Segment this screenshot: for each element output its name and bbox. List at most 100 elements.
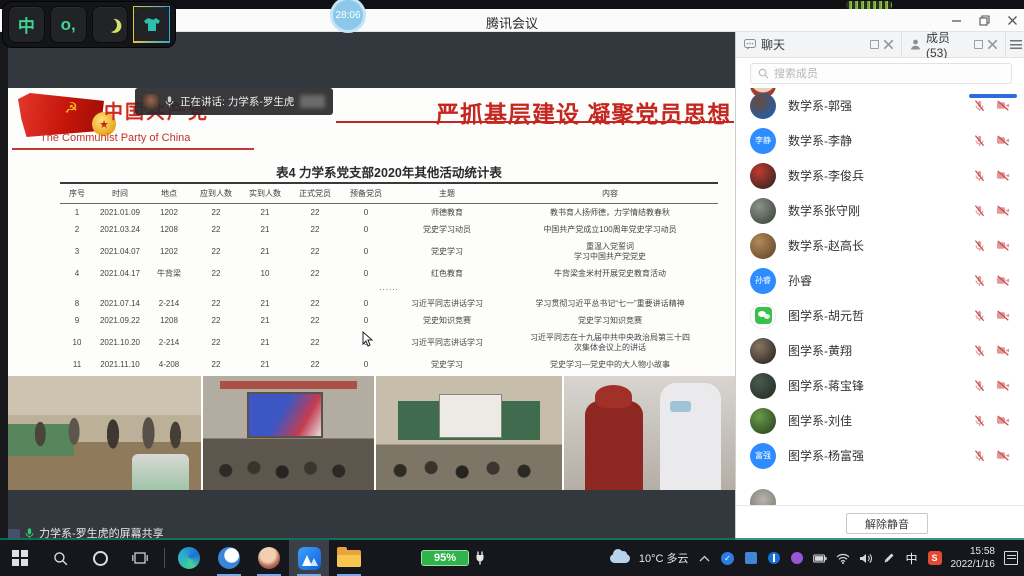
taskbar-clock[interactable]: 15:58 2022/1/16 [951, 545, 996, 572]
table-cell: 2021.04.17 [94, 265, 146, 282]
table-cell: 10 [240, 265, 290, 282]
close-button[interactable] [1006, 15, 1018, 27]
member-search-box[interactable] [750, 63, 1012, 84]
tray-blue-app[interactable] [744, 551, 758, 565]
member-row[interactable]: 数学系-赵高长 [736, 228, 1024, 263]
battery-widget[interactable]: 95% [421, 540, 485, 576]
ime-key-punctuation[interactable]: o, [50, 6, 87, 43]
tray-purple-app[interactable] [790, 551, 804, 565]
tab-members[interactable]: 成员(53) [902, 32, 1006, 57]
member-row[interactable]: 图学系-蒋宝锋 [736, 368, 1024, 403]
table-cell: 10 [60, 329, 94, 356]
table-cell: 习近平同志讲话学习 [392, 295, 502, 312]
taskbar-explorer-button[interactable] [329, 540, 369, 576]
start-button[interactable] [0, 540, 40, 576]
cortana-button[interactable] [80, 540, 120, 576]
member-status-icons [973, 99, 1011, 112]
table-cell: 0 [340, 221, 392, 238]
taskbar-search-button[interactable] [40, 540, 80, 576]
table-cell: 22 [290, 221, 340, 238]
tray-sogou[interactable]: S [928, 551, 942, 565]
speaking-label: 正在讲话: 力学系-罗生虎 [180, 94, 294, 109]
tray-volume[interactable] [859, 551, 873, 565]
member-list[interactable]: 数学系-郭强李静数学系-李静数学系-李俊兵数学系张守刚数学系-赵高长孙睿孙睿图学… [736, 88, 1024, 505]
popout-icon[interactable] [974, 40, 983, 49]
member-row[interactable]: 富强图学系-杨富强 [736, 438, 1024, 473]
member-row[interactable]: 数学系-李俊兵 [736, 158, 1024, 193]
panel-menu-button[interactable] [1006, 32, 1024, 57]
member-row[interactable]: 数学系-郭强 [736, 88, 1024, 123]
tab-chat[interactable]: 聊天 [736, 32, 902, 57]
task-view-button[interactable] [120, 540, 160, 576]
taskbar-photo-app-button[interactable] [249, 540, 289, 576]
ime-chinese-label: 中 [18, 12, 35, 37]
unmute-button[interactable]: 解除静音 [846, 513, 928, 534]
table-cell: 8 [60, 295, 94, 312]
member-row[interactable]: 数学系张守刚 [736, 193, 1024, 228]
table-cell: 1 [60, 204, 94, 222]
photo-decor [247, 392, 322, 438]
taskbar-browser-button[interactable] [209, 540, 249, 576]
ime-key-skin[interactable] [133, 6, 170, 43]
action-center-button[interactable] [1004, 551, 1018, 565]
restore-button[interactable] [978, 15, 990, 27]
table-header-cell: 内容 [502, 183, 718, 204]
member-status-icons [973, 274, 1011, 287]
table-cell: 学习贯彻习近平总书记“七一”重要讲话精神 [502, 295, 718, 312]
table-cell: 2021.07.14 [94, 295, 146, 312]
tray-security-app[interactable]: ✓ [721, 551, 735, 565]
member-row[interactable]: 李静数学系-李静 [736, 123, 1024, 158]
member-row[interactable]: 图学系-刘佳 [736, 403, 1024, 438]
table-cell: 0 [340, 204, 392, 222]
table-cell: 3 [60, 238, 94, 265]
member-icon [910, 39, 921, 50]
mic-muted-icon [973, 344, 986, 357]
tray-pen[interactable] [882, 551, 896, 565]
table-header-cell: 时间 [94, 183, 146, 204]
tray-wifi[interactable] [836, 551, 850, 565]
table-cell: 2021.03.24 [94, 221, 146, 238]
camera-off-icon [995, 239, 1011, 252]
ime-key-chinese[interactable]: 中 [8, 6, 45, 43]
table-header-cell: 地点 [146, 183, 192, 204]
photo-decor [670, 401, 691, 412]
panel-tabbar: 聊天 成员(53) [736, 32, 1024, 58]
search-input[interactable] [774, 68, 974, 80]
member-name: 数学系张守刚 [788, 202, 961, 219]
member-row[interactable]: 图学系-胡元哲 [736, 298, 1024, 333]
member-row[interactable]: 图学系-黄翔 [736, 333, 1024, 368]
table-cell: 4-208 [146, 356, 192, 373]
tray-expand-button[interactable] [698, 551, 712, 565]
table-cell: 习近平同志在十九届中共中央政治局第三十四 次集体会议上的讲话 [502, 329, 718, 356]
taskbar-divider [164, 548, 165, 568]
shared-slide: ☭ ★ 中国共产党 The Communist Party of China 严… [8, 88, 735, 376]
weather-cloud-icon[interactable] [610, 554, 630, 563]
popout-icon[interactable] [870, 40, 879, 49]
weather-label[interactable]: 10°C 多云 [639, 550, 689, 566]
member-row[interactable]: 孙睿孙睿 [736, 263, 1024, 298]
table-cell: 重温入党誓词 学习中国共产党党史 [502, 238, 718, 265]
minimize-button[interactable] [950, 15, 962, 27]
table-cell: 1208 [146, 312, 192, 329]
table-cell: 21 [240, 312, 290, 329]
member-avatar [750, 303, 776, 329]
taskbar-meeting-button[interactable] [289, 540, 329, 576]
close-icon[interactable] [884, 40, 893, 49]
photo-decor [210, 456, 367, 486]
tray-battery[interactable] [813, 551, 827, 565]
ime-badge: 中 [905, 550, 917, 567]
table-header-cell: 序号 [60, 183, 94, 204]
ime-key-night-mode[interactable] [92, 6, 129, 43]
table-cell: 21 [240, 204, 290, 222]
camera-off-icon [995, 274, 1011, 287]
tray-ime-indicator[interactable]: 中 [905, 551, 919, 565]
battery-percentage: 95% [421, 550, 469, 566]
banner-underline [336, 121, 734, 123]
table-cell: 0 [340, 295, 392, 312]
tray-bluetooth[interactable] [767, 551, 781, 565]
bluetooth-icon [768, 552, 780, 564]
taskbar-edge-button[interactable] [169, 540, 209, 576]
clock-time: 15:58 [970, 546, 995, 557]
table-cell: 1202 [146, 204, 192, 222]
close-icon[interactable] [988, 40, 997, 49]
